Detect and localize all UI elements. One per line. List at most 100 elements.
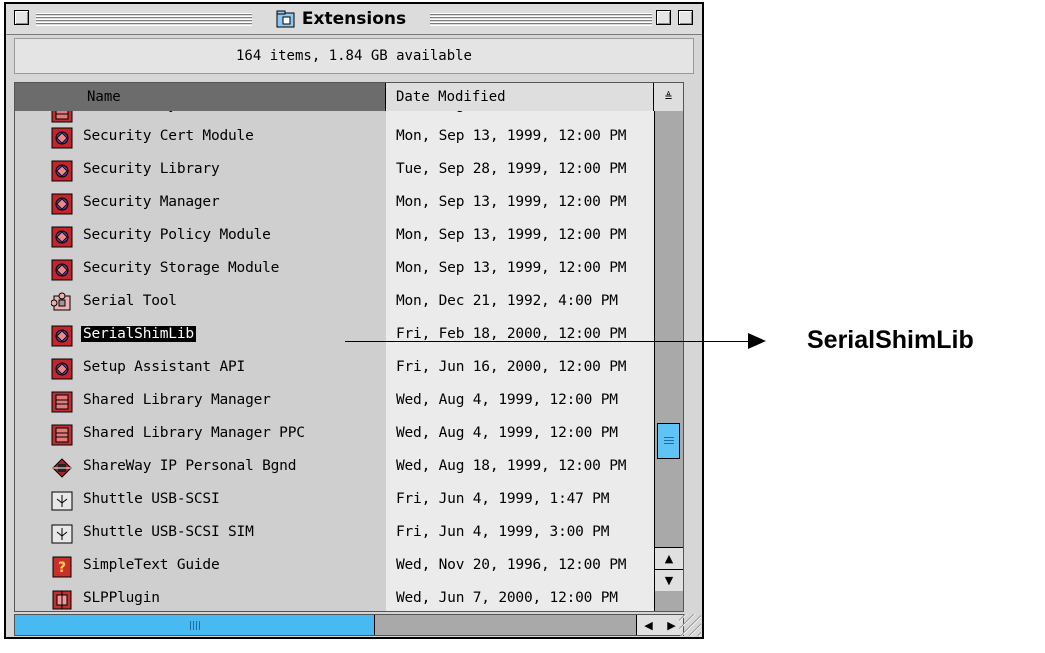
right-arrow-icon[interactable]: ▶ (667, 619, 675, 632)
window-title: Extensions (301, 9, 407, 29)
list-item[interactable]: Security Manager Mon, Sep 13, 1999, 12:00… (15, 187, 654, 220)
left-arrow-icon[interactable]: ◀ (644, 619, 652, 632)
scroll-down-arrow[interactable]: ▼ (655, 569, 683, 591)
file-list: Name Date Modified ≜ Remote Only Mon, Aug… (14, 82, 684, 612)
item-date-modified: Wed, Nov 20, 1996, 12:00 PM (396, 557, 627, 573)
list-item[interactable]: ? SimpleText Guide Wed, Nov 20, 1996, 12:0… (15, 550, 654, 583)
item-date-modified: Mon, Aug 30, 1999, 12:00 PM (396, 111, 627, 113)
list-item[interactable]: Shared Library Manager PPC Wed, Aug 4, 19… (15, 418, 654, 451)
close-box[interactable] (14, 10, 29, 25)
item-date-modified: Mon, Sep 13, 1999, 12:00 PM (396, 227, 627, 243)
shared-library-icon (51, 391, 73, 413)
security-icon (51, 193, 73, 215)
shared-library-icon (51, 424, 73, 446)
list-item[interactable]: Serial Tool Mon, Dec 21, 1992, 4:00 PM (15, 286, 654, 319)
help-icon: ? (51, 556, 73, 578)
item-date-modified: Fri, Jun 16, 2000, 12:00 PM (396, 359, 627, 375)
list-item[interactable]: Shared Library Manager Wed, Aug 4, 1999, … (15, 385, 654, 418)
item-date-modified: Fri, Feb 18, 2000, 12:00 PM (396, 326, 627, 342)
list-item[interactable]: Shuttle USB-SCSI Fri, Jun 4, 1999, 1:47 P… (15, 484, 654, 517)
grip-icon (663, 436, 674, 446)
item-date-modified: Wed, Aug 4, 1999, 12:00 PM (396, 392, 618, 408)
sort-order-icon: ≜ (664, 90, 673, 104)
item-name: SerialShimLib (81, 326, 196, 342)
down-arrow-icon: ▼ (664, 574, 674, 587)
callout-arrow-line (345, 341, 750, 342)
item-date-modified: Tue, Sep 28, 1999, 12:00 PM (396, 161, 627, 177)
list-item[interactable]: Security Library Tue, Sep 28, 1999, 12:00… (15, 154, 654, 187)
title-bar[interactable]: Extensions (6, 4, 702, 35)
horizontal-arrows: ◀ ▶ (636, 615, 683, 635)
security-icon (51, 325, 73, 347)
resize-grip[interactable] (679, 614, 701, 636)
item-name: Remote Only (83, 111, 177, 113)
item-date-modified: Wed, Aug 18, 1999, 12:00 PM (396, 458, 627, 474)
security-icon (51, 160, 73, 182)
date-column-header[interactable]: Date Modified (386, 83, 654, 111)
item-name: SLPPlugin (83, 590, 160, 606)
puzzle-icon (50, 292, 73, 314)
usb-icon (51, 490, 73, 512)
item-date-modified: Mon, Sep 13, 1999, 12:00 PM (396, 260, 627, 276)
title-stripes-right (430, 13, 652, 26)
rows-container: Remote Only Mon, Aug 30, 1999, 12:00 PM Se… (15, 111, 654, 611)
item-name: SimpleText Guide (83, 557, 220, 573)
collapse-box[interactable] (678, 10, 693, 25)
list-item[interactable]: SLPPlugin Wed, Jun 7, 2000, 12:00 PM (15, 583, 654, 611)
usb-icon (51, 523, 73, 545)
item-name: Shuttle USB-SCSI SIM (83, 524, 254, 540)
security-icon (51, 358, 73, 380)
callout-label: SerialShimLib (807, 326, 974, 354)
item-name: Security Policy Module (83, 227, 271, 243)
scroll-up-arrow[interactable]: ▲ (655, 547, 683, 569)
security-icon (51, 226, 73, 248)
item-date-modified: Wed, Aug 4, 1999, 12:00 PM (396, 425, 618, 441)
security-icon (51, 259, 73, 281)
title-stripes (36, 13, 252, 26)
list-item-selected[interactable]: SerialShimLib Fri, Feb 18, 2000, 12:00 PM (15, 319, 654, 352)
list-item[interactable]: Security Cert Module Mon, Sep 13, 1999, 1… (15, 121, 654, 154)
item-date-modified: Mon, Dec 21, 1992, 4:00 PM (396, 293, 618, 309)
plugin-icon (51, 589, 73, 611)
security-icon (51, 127, 73, 149)
item-name: Security Cert Module (83, 128, 254, 144)
extensions-folder-icon (276, 10, 295, 28)
window-title-group: Extensions (252, 8, 430, 30)
list-item[interactable]: ShareWay IP Personal Bgnd Wed, Aug 18, 19… (15, 451, 654, 484)
vertical-scroll-thumb[interactable] (657, 423, 680, 459)
network-icon (51, 457, 73, 479)
finder-window: Extensions 164 items, 1.84 GB available … (4, 2, 704, 639)
callout-arrowhead-icon (748, 333, 766, 349)
item-name: Shared Library Manager (83, 392, 271, 408)
name-column-label: Name (87, 89, 121, 105)
items-available-text: 164 items, 1.84 GB available (235, 48, 472, 64)
item-name: Security Storage Module (83, 260, 280, 276)
item-date-modified: Fri, Jun 4, 1999, 3:00 PM (396, 524, 610, 540)
info-header: 164 items, 1.84 GB available (14, 38, 694, 74)
name-column-header[interactable]: Name (15, 83, 386, 111)
list-item[interactable]: Security Policy Module Mon, Sep 13, 1999,… (15, 220, 654, 253)
item-name: Setup Assistant API (83, 359, 246, 375)
list-item[interactable]: Security Storage Module Mon, Sep 13, 1999… (15, 253, 654, 286)
list-item[interactable]: Shuttle USB-SCSI SIM Fri, Jun 4, 1999, 3:… (15, 517, 654, 550)
sort-order-button[interactable]: ≜ (654, 83, 683, 111)
list-item[interactable]: Setup Assistant API Fri, Jun 16, 2000, 12… (15, 352, 654, 385)
item-date-modified: Mon, Sep 13, 1999, 12:00 PM (396, 128, 627, 144)
horizontal-scrollbar[interactable]: ◀ ▶ (14, 614, 684, 636)
item-name: Serial Tool (83, 293, 177, 309)
grip-icon (189, 620, 200, 630)
up-arrow-icon: ▲ (664, 552, 674, 565)
item-name: Security Manager (83, 194, 220, 210)
zoom-box[interactable] (656, 10, 671, 25)
date-column-label: Date Modified (396, 89, 506, 105)
item-name: Security Library (83, 161, 220, 177)
item-date-modified: Fri, Jun 4, 1999, 1:47 PM (396, 491, 610, 507)
item-name: ShareWay IP Personal Bgnd (83, 458, 297, 474)
horizontal-scroll-thumb[interactable] (15, 615, 375, 635)
svg-text:?: ? (58, 560, 66, 576)
column-header: Name Date Modified ≜ (15, 83, 683, 111)
item-name: Shared Library Manager PPC (83, 425, 305, 441)
item-date-modified: Wed, Jun 7, 2000, 12:00 PM (396, 590, 618, 606)
item-date-modified: Mon, Sep 13, 1999, 12:00 PM (396, 194, 627, 210)
vertical-scrollbar[interactable]: ▲ ▼ (654, 111, 683, 611)
